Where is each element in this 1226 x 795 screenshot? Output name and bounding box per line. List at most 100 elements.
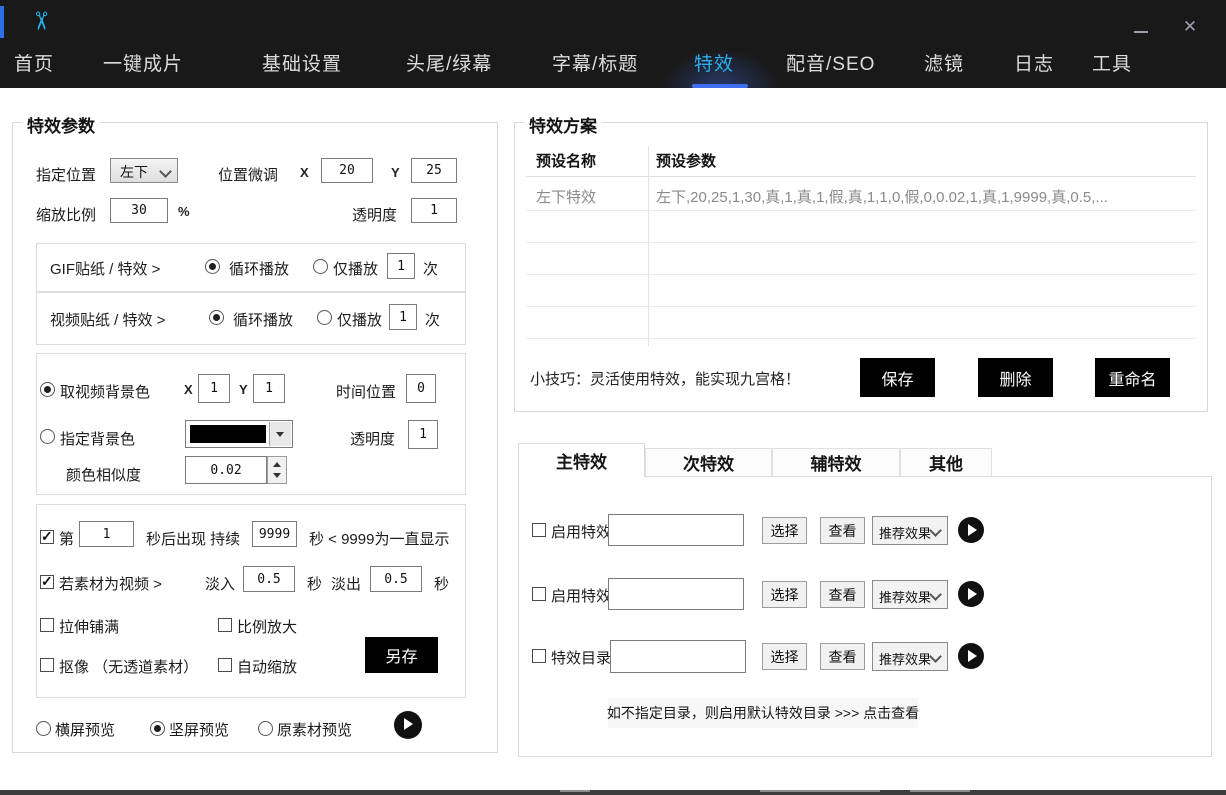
pick-video-bg-radio[interactable] [40, 382, 55, 397]
scale-input[interactable] [110, 198, 168, 223]
video-play-count-input[interactable] [389, 304, 417, 330]
autoscale-checkbox[interactable] [218, 658, 232, 672]
rename-scheme-button[interactable]: 重命名 [1095, 358, 1170, 397]
nav-item-onekey[interactable]: 一键成片 [103, 49, 183, 76]
custom-bg-radio[interactable] [40, 429, 55, 444]
nav-item-settings[interactable]: 基础设置 [262, 49, 342, 76]
effect-dir3-preset-dropdown[interactable]: 推荐效果 [872, 642, 948, 671]
save-as-button[interactable]: 另存 [365, 637, 438, 673]
default-dir-hint[interactable]: 如不指定目录，则启用默认特效目录 >>> 点击查看 [608, 698, 918, 728]
matte-checkbox[interactable] [40, 658, 54, 672]
video-once-label: 仅播放 [337, 309, 382, 330]
position-label: 指定位置 [36, 164, 96, 185]
save-scheme-button[interactable]: 保存 [860, 358, 935, 397]
effect-dir3-play-button[interactable] [958, 643, 984, 669]
landscape-preview-radio[interactable] [36, 721, 51, 736]
active-tab-underline [692, 84, 748, 88]
top-nav-bar: ✂ 首页 一键成片 基础设置 头尾/绿幕 字幕/标题 特效 配音/SEO 滤镜 … [0, 0, 1226, 88]
bg-x-label: X [184, 382, 193, 397]
opacity-label: 透明度 [352, 204, 397, 225]
fade-label: 若素材为视频 > [59, 573, 162, 594]
video-once-radio[interactable] [317, 310, 332, 325]
preview-play-button[interactable] [394, 711, 422, 739]
bg-color-dropdown[interactable] [185, 420, 293, 448]
opacity-input[interactable] [411, 198, 457, 223]
gif-once-radio[interactable] [313, 259, 328, 274]
close-button[interactable]: ✕ [1178, 15, 1202, 39]
nav-item-log[interactable]: 日志 [1014, 49, 1054, 76]
gif-loop-radio[interactable] [205, 259, 220, 274]
color-similarity-spinner[interactable] [267, 456, 287, 484]
corner-accent [0, 6, 4, 38]
effect1-preset-value: 推荐效果 [879, 523, 931, 542]
effect1-play-button[interactable] [958, 517, 984, 543]
custom-bg-label: 指定背景色 [60, 428, 135, 449]
stretch-checkbox[interactable] [40, 618, 54, 632]
bg-x-input[interactable] [198, 374, 230, 403]
effect-dir3-path-input[interactable] [610, 640, 746, 673]
effect2-preset-dropdown[interactable]: 推荐效果 [872, 580, 948, 609]
bottom-cutoff-bar [0, 790, 1226, 795]
time-position-input[interactable] [406, 374, 436, 403]
landscape-preview-label: 横屏预览 [55, 719, 115, 740]
bg-opacity-input[interactable] [408, 420, 438, 449]
tab-other[interactable]: 其他 [900, 448, 992, 476]
effect1-preset-dropdown[interactable]: 推荐效果 [872, 516, 948, 545]
duration-input[interactable] [252, 521, 297, 547]
chevron-down-icon [929, 588, 942, 601]
appear-pre-label: 第 [59, 528, 74, 549]
original-preview-radio[interactable] [258, 721, 273, 736]
scheme-tip-text: 小技巧：灵活使用特效，能实现九宫格！ [530, 368, 800, 389]
tab-auxiliary-effect[interactable]: 辅特效 [772, 448, 900, 476]
color-similarity-input[interactable] [185, 456, 267, 484]
enable-effect1-checkbox[interactable] [532, 523, 546, 537]
original-preview-label: 原素材预览 [277, 719, 352, 740]
fine-x-label: X [300, 165, 309, 180]
fade-in-input[interactable] [243, 566, 295, 592]
effect-dir3-select-button[interactable]: 选择 [762, 643, 807, 670]
effect1-view-button[interactable]: 查看 [820, 517, 865, 544]
fade-out-input[interactable] [370, 566, 422, 592]
effect-dir3-view-button[interactable]: 查看 [820, 643, 865, 670]
effect2-select-button[interactable]: 选择 [762, 581, 807, 608]
chevron-down-icon [929, 524, 942, 537]
effect2-play-button[interactable] [958, 581, 984, 607]
appear-seconds-input[interactable] [79, 521, 134, 547]
nav-item-headtail[interactable]: 头尾/绿幕 [406, 49, 492, 76]
nav-item-subtitle[interactable]: 字幕/标题 [552, 49, 638, 76]
effect2-view-button[interactable]: 查看 [820, 581, 865, 608]
bg-y-input[interactable] [253, 374, 285, 403]
video-loop-radio[interactable] [209, 310, 224, 325]
preset-row-params[interactable]: 左下,20,25,1,30,真,1,真,1,假,真,1,1,0,假,0,0.02… [656, 186, 1108, 207]
color-dropdown-button[interactable] [269, 422, 291, 446]
appear-checkbox[interactable] [40, 530, 54, 544]
video-loop-label: 循环播放 [233, 309, 293, 330]
effect-dir3-checkbox[interactable] [532, 649, 546, 663]
time-position-label: 时间位置 [336, 381, 396, 402]
minimize-button[interactable] [1130, 22, 1152, 42]
nav-item-tools[interactable]: 工具 [1092, 49, 1132, 76]
gif-play-count-input[interactable] [387, 253, 415, 279]
autoscale-label: 自动缩放 [237, 656, 297, 677]
delete-scheme-button[interactable]: 删除 [978, 358, 1053, 397]
nav-item-home[interactable]: 首页 [14, 49, 54, 76]
fade-checkbox[interactable] [40, 575, 54, 589]
zoom-checkbox[interactable] [218, 618, 232, 632]
zoom-label: 比例放大 [237, 616, 297, 637]
effect1-select-button[interactable]: 选择 [762, 517, 807, 544]
nav-item-effects[interactable]: 特效 [694, 49, 734, 76]
tab-main-effect[interactable]: 主特效 [518, 443, 645, 477]
preset-row-name[interactable]: 左下特效 [536, 186, 596, 207]
effect1-path-input[interactable] [608, 514, 744, 546]
fine-y-input[interactable] [411, 158, 457, 183]
pick-video-bg-label: 取视频背景色 [60, 381, 150, 402]
fine-x-input[interactable] [321, 158, 373, 183]
portrait-preview-radio[interactable] [150, 721, 165, 736]
effect2-path-input[interactable] [608, 578, 744, 610]
position-dropdown[interactable]: 左下 [110, 158, 178, 183]
tab-secondary-effect[interactable]: 次特效 [645, 448, 772, 476]
nav-item-dubbing[interactable]: 配音/SEO [786, 49, 875, 76]
bg-y-label: Y [239, 382, 248, 397]
nav-item-filter[interactable]: 滤镜 [924, 49, 964, 76]
enable-effect2-checkbox[interactable] [532, 587, 546, 601]
